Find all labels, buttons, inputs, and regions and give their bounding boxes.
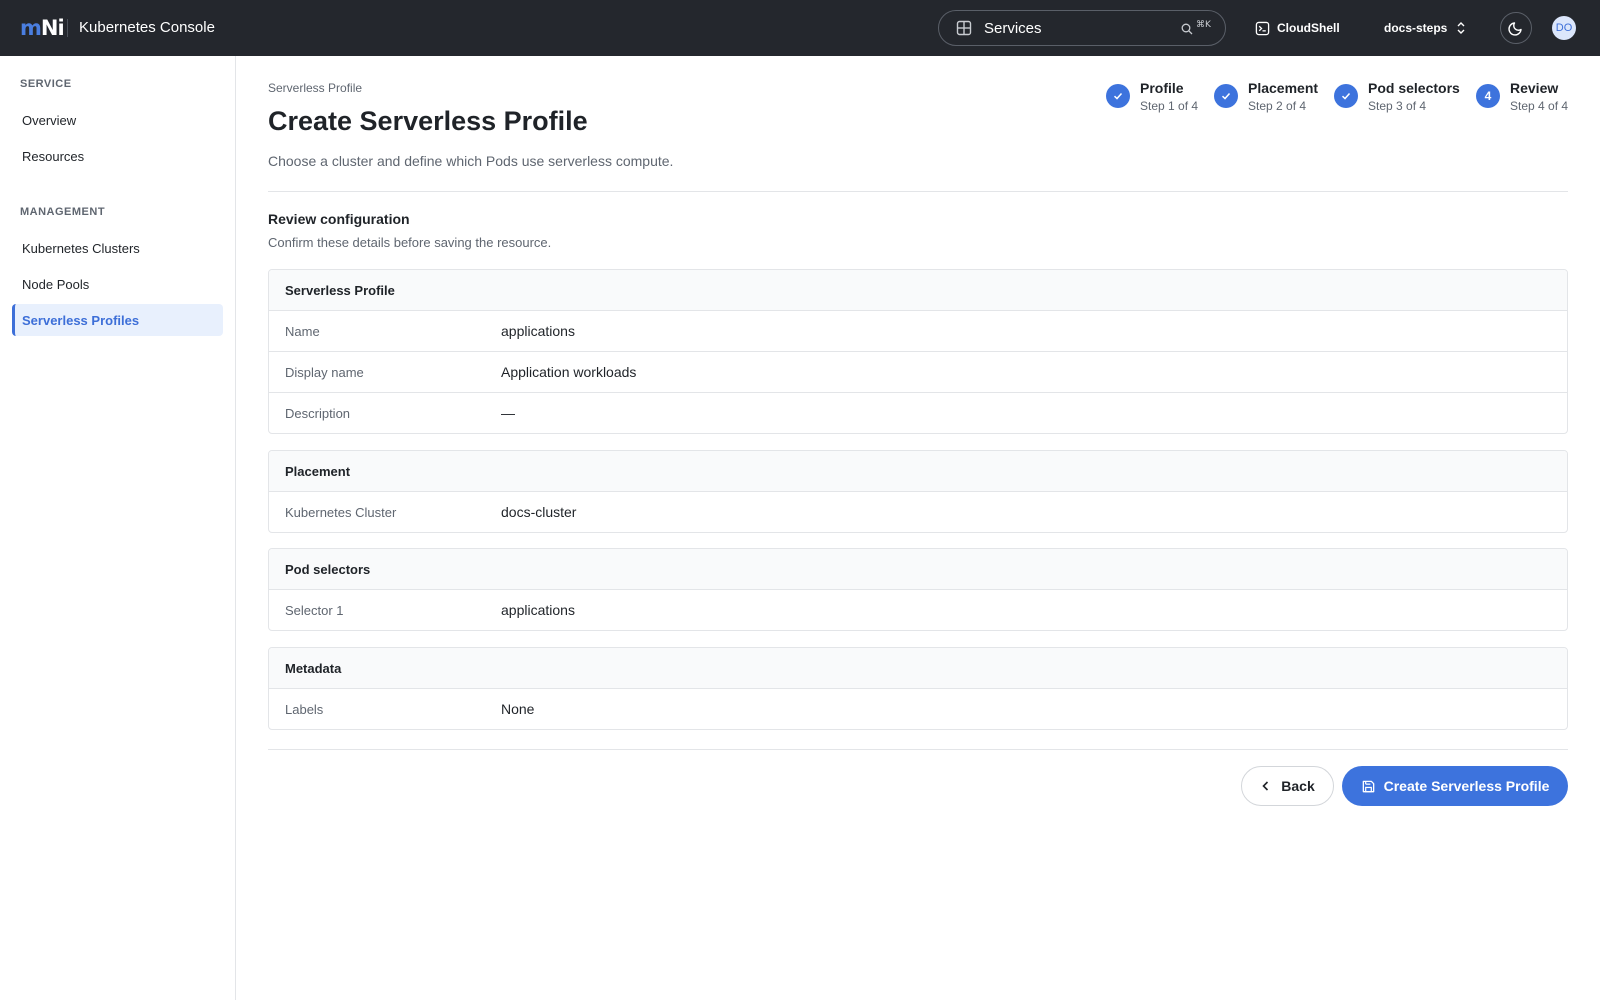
create-label: Create Serverless Profile: [1383, 778, 1550, 794]
page-title: Create Serverless Profile: [268, 106, 588, 136]
check-icon: [1334, 84, 1358, 108]
review-card-placement: Placement Kubernetes Cluster docs-cluste…: [268, 450, 1568, 533]
search-icon: [1181, 23, 1193, 35]
row-value: Application workloads: [501, 364, 637, 380]
back-button[interactable]: Back: [1241, 766, 1334, 806]
chevron-left-icon: [1262, 781, 1269, 791]
review-card-pod-selectors: Pod selectors Selector 1 applications: [268, 548, 1568, 631]
check-icon: [1214, 84, 1238, 108]
step-sub: Step 4 of 4: [1510, 99, 1569, 113]
review-row: Display name Application workloads: [269, 352, 1567, 393]
user-avatar[interactable]: DO: [1552, 16, 1576, 40]
step-label: Placement: [1248, 80, 1319, 96]
logo-ni-glyph: Ni: [40, 16, 65, 40]
terminal-icon: [1255, 21, 1270, 35]
services-search-input[interactable]: Services ⌘K: [938, 10, 1226, 46]
review-description: Confirm these details before saving the …: [268, 235, 552, 250]
row-value: docs-cluster: [501, 504, 577, 520]
cloudshell-button[interactable]: CloudShell: [1255, 18, 1340, 38]
card-title: Serverless Profile: [269, 270, 1567, 311]
step-label: Pod selectors: [1368, 80, 1460, 96]
row-key: Kubernetes Cluster: [285, 504, 397, 520]
brand-logo[interactable]: m Ni: [20, 16, 65, 40]
sidebar-item-resources[interactable]: Resources: [12, 140, 223, 172]
back-label: Back: [1281, 778, 1315, 794]
step-number: 4: [1476, 84, 1500, 108]
row-value: None: [501, 701, 535, 717]
card-title: Placement: [269, 451, 1567, 492]
cloudshell-label: CloudShell: [1277, 21, 1340, 35]
moon-icon: [1508, 22, 1522, 36]
step-sub: Step 3 of 4: [1368, 99, 1427, 113]
card-title: Pod selectors: [269, 549, 1567, 590]
row-key: Name: [285, 323, 320, 339]
sidebar-item-node-pools[interactable]: Node Pools: [12, 268, 223, 300]
review-row: Kubernetes Cluster docs-cluster: [269, 492, 1567, 532]
review-row: Selector 1 applications: [269, 590, 1567, 630]
chevron-up-down-icon: [1457, 22, 1465, 34]
top-bar: m Ni Kubernetes Console Services ⌘K Cloud…: [0, 0, 1600, 56]
sidebar-item-serverless-profiles[interactable]: Serverless Profiles: [12, 304, 223, 336]
step-label: Review: [1510, 80, 1559, 96]
app-title[interactable]: Kubernetes Console: [79, 18, 215, 38]
review-title: Review configuration: [268, 211, 410, 227]
review-row: Name applications: [269, 311, 1567, 352]
review-row: Description —: [269, 393, 1567, 433]
step-label: Profile: [1140, 80, 1184, 96]
review-card-metadata: Metadata Labels None: [268, 647, 1568, 730]
row-key: Display name: [285, 364, 364, 380]
grid-icon: [956, 20, 972, 36]
project-label: docs-steps: [1384, 21, 1448, 35]
project-selector[interactable]: docs-steps: [1384, 18, 1467, 38]
row-key: Labels: [285, 701, 324, 717]
row-value: applications: [501, 323, 575, 339]
sidebar-item-overview[interactable]: Overview: [12, 104, 223, 136]
sidebar-section-service: SERVICE: [20, 78, 72, 90]
save-icon: [1362, 780, 1374, 792]
step-sub: Step 1 of 4: [1140, 99, 1199, 113]
logo-m-glyph: m: [20, 16, 42, 40]
search-shortcut: ⌘K: [1196, 20, 1211, 30]
sidebar: SERVICE Overview Resources MANAGEMENT Ku…: [0, 56, 236, 1000]
row-value: applications: [501, 602, 575, 618]
divider: [268, 191, 1568, 192]
divider: [268, 749, 1568, 750]
page-description: Choose a cluster and define which Pods u…: [268, 153, 674, 169]
row-value: —: [501, 405, 515, 421]
sidebar-item-kubernetes-clusters[interactable]: Kubernetes Clusters: [12, 232, 223, 264]
step-sub: Step 2 of 4: [1248, 99, 1307, 113]
review-card-serverless-profile: Serverless Profile Name applications Dis…: [268, 269, 1568, 434]
row-key: Selector 1: [285, 602, 344, 618]
card-title: Metadata: [269, 648, 1567, 689]
review-row: Labels None: [269, 689, 1567, 729]
breadcrumb[interactable]: Serverless Profile: [268, 81, 362, 95]
search-value: Services: [984, 20, 1042, 37]
theme-toggle-button[interactable]: [1500, 12, 1532, 44]
logo-divider: [67, 19, 68, 37]
row-key: Description: [285, 405, 351, 421]
sidebar-section-management: MANAGEMENT: [20, 206, 106, 218]
check-icon: [1106, 84, 1130, 108]
create-serverless-profile-button[interactable]: Create Serverless Profile: [1342, 766, 1568, 806]
